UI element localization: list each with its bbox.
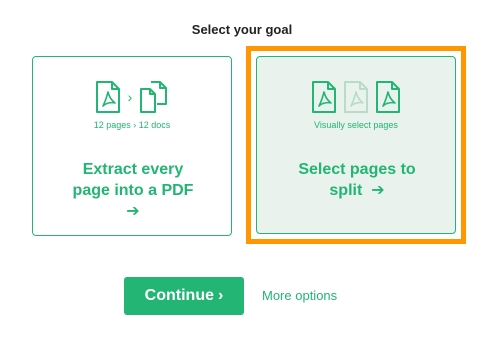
pdf-file-icon: [94, 80, 122, 114]
chevron-right-icon: ›: [218, 287, 224, 304]
page-title: Select your goal: [191, 22, 293, 37]
option-icons: [257, 79, 455, 115]
split-goal-page: Select your goal › 12 pages › 12 docs Ex…: [0, 0, 484, 340]
pdf-file-icon: [310, 80, 338, 114]
option-icons: ›: [33, 79, 231, 115]
option-title-line: page into a PDF: [72, 182, 194, 199]
option-caption: Visually select pages: [314, 120, 398, 130]
pdf-file-icon: [374, 80, 402, 114]
option-title: Select pages to split ➔: [267, 159, 447, 201]
option-title-text: split: [329, 182, 363, 199]
pdf-file-faded-icon: [342, 80, 370, 114]
option-caption: 12 pages › 12 docs: [93, 120, 171, 130]
arrow-right-icon: ➔: [371, 182, 385, 199]
option-title-line: split ➔: [267, 180, 447, 201]
continue-button[interactable]: Continue ›: [124, 277, 244, 315]
option-extract-every-page[interactable]: › 12 pages › 12 docs Extract every page …: [32, 56, 232, 236]
option-title-line: Select pages to: [298, 161, 416, 178]
more-options-link[interactable]: More options: [262, 288, 337, 303]
chevron-right-icon: ›: [127, 89, 133, 105]
arrow-right-icon: ➔: [126, 203, 140, 220]
continue-label: Continue: [144, 287, 214, 304]
option-select-pages-to-split[interactable]: Visually select pages Select pages to sp…: [256, 56, 456, 234]
option-title: Extract every page into a PDF ➔: [43, 159, 223, 222]
option-title-line: Extract every: [82, 161, 184, 178]
multiple-documents-icon: [138, 80, 170, 114]
